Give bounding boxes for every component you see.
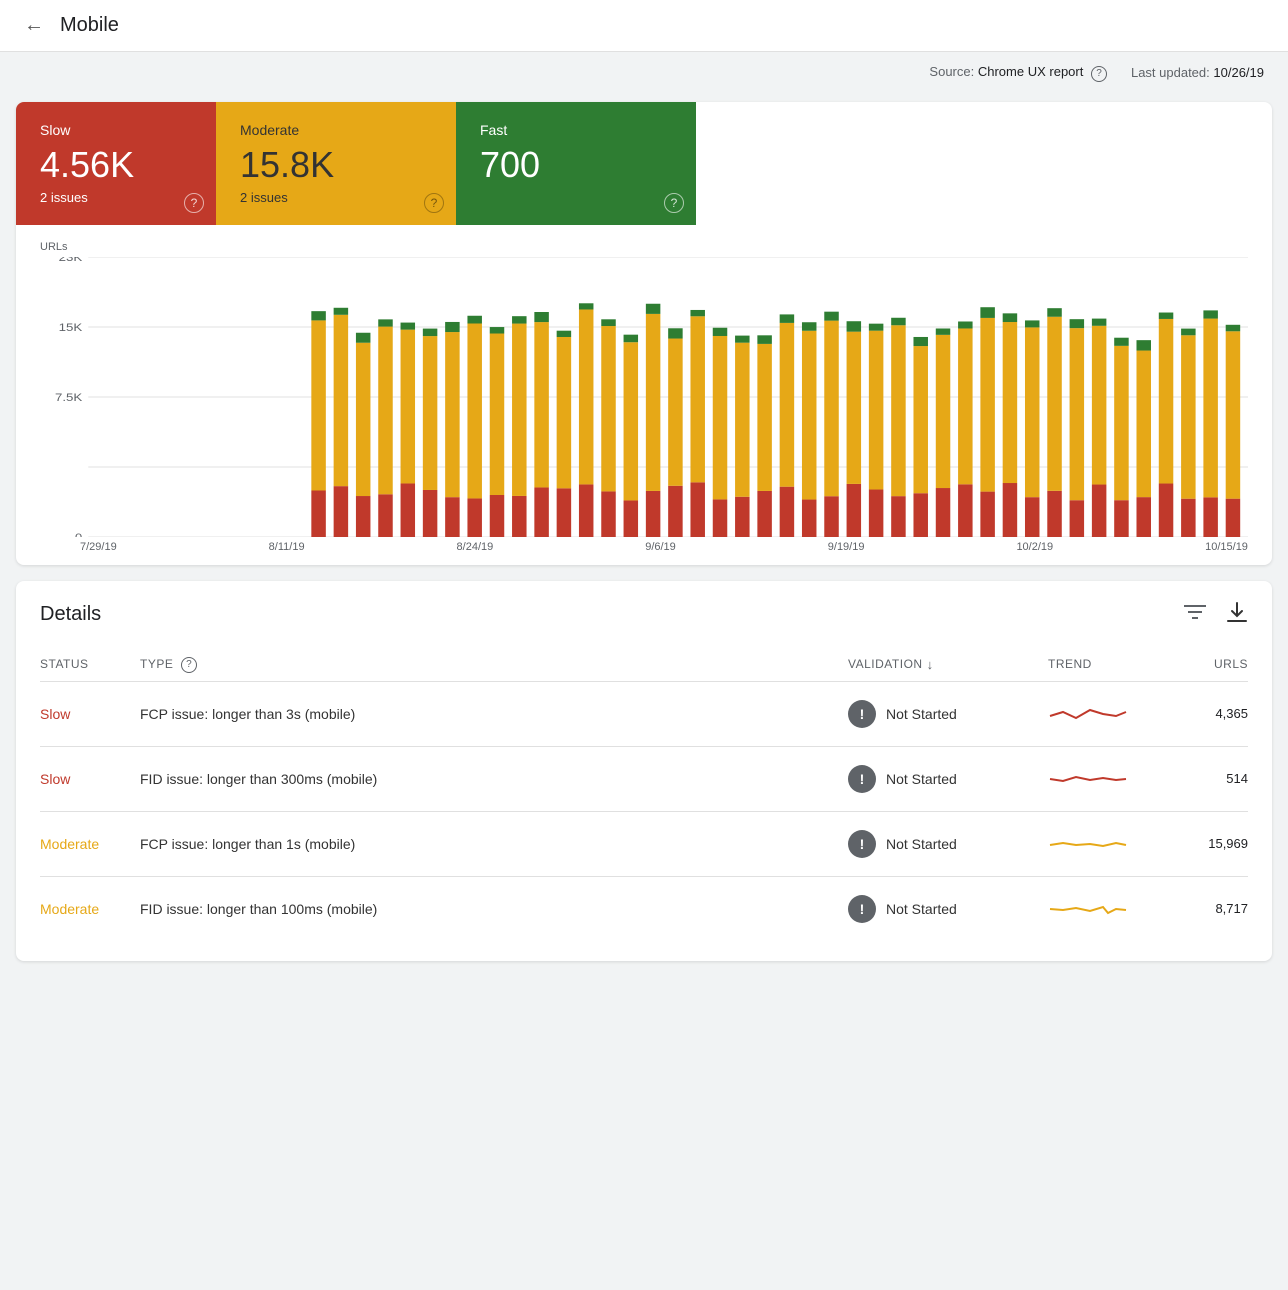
urls-cell: 8,717 [1168, 901, 1248, 916]
chart-container: 23K 15K 7.5K 0 [40, 257, 1248, 537]
status-cell: Moderate [40, 901, 140, 917]
slow-value: 4.56K [40, 144, 192, 186]
fast-value: 700 [480, 144, 672, 186]
header: ← Mobile [0, 0, 1288, 52]
moderate-value: 15.8K [240, 144, 432, 186]
type-cell: FCP issue: longer than 1s (mobile) [140, 836, 848, 852]
validation-label: Not Started [886, 771, 957, 787]
details-card: Details Status Type ? [16, 581, 1272, 961]
x-label-1: 7/29/19 [80, 541, 117, 553]
details-title: Details [40, 603, 101, 626]
urls-cell: 514 [1168, 771, 1248, 786]
validation-cell: ! Not Started [848, 895, 1048, 923]
validation-cell: ! Not Started [848, 700, 1048, 728]
x-label-7: 10/15/19 [1205, 541, 1248, 553]
validation-label: Not Started [886, 836, 957, 852]
urls-cell: 4,365 [1168, 706, 1248, 721]
x-label-2: 8/11/19 [269, 541, 305, 553]
x-axis-labels: 7/29/19 8/11/19 8/24/19 9/6/19 9/19/19 1… [40, 537, 1248, 553]
chart-y-label: URLs [40, 241, 1248, 253]
trend-cell [1048, 897, 1168, 921]
trend-cell [1048, 702, 1168, 726]
validation-label: Not Started [886, 901, 957, 917]
svg-text:15K: 15K [59, 321, 83, 334]
type-cell: FID issue: longer than 100ms (mobile) [140, 901, 848, 917]
table-row: Slow FCP issue: longer than 3s (mobile) … [40, 682, 1248, 747]
col-type: Type ? [140, 657, 848, 673]
col-urls: URLs [1168, 657, 1248, 673]
type-cell: FCP issue: longer than 3s (mobile) [140, 706, 848, 722]
svg-text:23K: 23K [59, 257, 83, 264]
type-cell: FID issue: longer than 300ms (mobile) [140, 771, 848, 787]
trend-cell [1048, 767, 1168, 791]
x-label-6: 10/2/19 [1016, 541, 1053, 553]
validation-label: Not Started [886, 706, 957, 722]
status-cell: Slow [40, 771, 140, 787]
table-row: Slow FID issue: longer than 300ms (mobil… [40, 747, 1248, 812]
svg-text:7.5K: 7.5K [55, 391, 82, 404]
x-label-5: 9/19/19 [828, 541, 865, 553]
download-icon[interactable] [1226, 601, 1248, 629]
slow-tile: Slow 4.56K 2 issues ? [16, 102, 216, 225]
source-label: Source: Chrome UX report ? [929, 64, 1107, 82]
validation-cell: ! Not Started [848, 830, 1048, 858]
type-help-icon[interactable]: ? [181, 657, 197, 673]
status-cell: Moderate [40, 836, 140, 852]
not-started-icon: ! [848, 830, 876, 858]
col-trend: Trend [1048, 657, 1168, 673]
chart-area: URLs 23K 15K 7.5K 0 [16, 225, 1272, 565]
slow-issues: 2 issues [40, 190, 192, 205]
chrome-ux-label: Chrome UX report [978, 64, 1083, 79]
speed-tiles: Slow 4.56K 2 issues ? Moderate 15.8K 2 i… [16, 102, 1272, 225]
urls-cell: 15,969 [1168, 836, 1248, 851]
fast-help-icon[interactable]: ? [664, 193, 684, 213]
not-started-icon: ! [848, 765, 876, 793]
slow-label: Slow [40, 122, 192, 138]
source-bar: Source: Chrome UX report ? Last updated:… [0, 52, 1288, 94]
chrome-ux-help-icon[interactable]: ? [1091, 66, 1107, 82]
status-cell: Slow [40, 706, 140, 722]
chart-svg: 23K 15K 7.5K 0 [40, 257, 1248, 537]
validation-cell: ! Not Started [848, 765, 1048, 793]
details-header: Details [40, 601, 1248, 629]
fast-label: Fast [480, 122, 672, 138]
fast-tile: Fast 700 ? [456, 102, 696, 225]
not-started-icon: ! [848, 700, 876, 728]
back-button[interactable]: ← [24, 14, 44, 37]
moderate-issues: 2 issues [240, 190, 432, 205]
not-started-icon: ! [848, 895, 876, 923]
x-label-3: 8/24/19 [457, 541, 494, 553]
speed-summary-card: Slow 4.56K 2 issues ? Moderate 15.8K 2 i… [16, 102, 1272, 565]
svg-text:0: 0 [75, 531, 83, 537]
trend-cell [1048, 832, 1168, 856]
details-actions [1184, 601, 1248, 629]
table-row: Moderate FCP issue: longer than 1s (mobi… [40, 812, 1248, 877]
page-title: Mobile [60, 14, 119, 37]
slow-help-icon[interactable]: ? [184, 193, 204, 213]
table-header: Status Type ? Validation ↓ Trend URLs [40, 649, 1248, 682]
last-updated: Last updated: 10/26/19 [1131, 65, 1264, 80]
col-status: Status [40, 657, 140, 673]
moderate-tile: Moderate 15.8K 2 issues ? [216, 102, 456, 225]
last-updated-value: 10/26/19 [1213, 65, 1264, 80]
table-row: Moderate FID issue: longer than 100ms (m… [40, 877, 1248, 941]
col-validation[interactable]: Validation ↓ [848, 657, 1048, 673]
moderate-help-icon[interactable]: ? [424, 193, 444, 213]
x-label-4: 9/6/19 [645, 541, 676, 553]
sort-arrow-icon: ↓ [927, 657, 934, 672]
moderate-label: Moderate [240, 122, 432, 138]
filter-icon[interactable] [1184, 603, 1206, 627]
